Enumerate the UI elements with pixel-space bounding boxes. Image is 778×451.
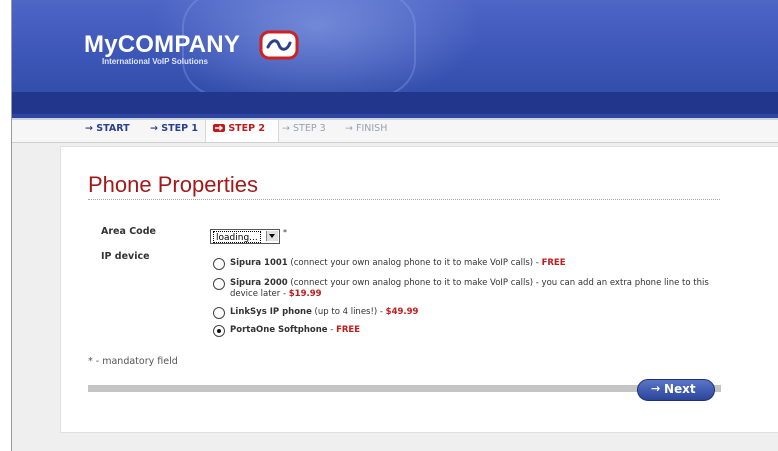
step-label: STEP 3 — [293, 123, 326, 134]
option-desc: (connect your own analog phone to it to … — [287, 258, 542, 268]
option-price: FREE — [541, 258, 566, 268]
step-label: STEP 1 — [161, 123, 198, 134]
logo-tagline: International VoIP Solutions — [102, 57, 208, 66]
option-text: Sipura 2000 (connect your own analog pho… — [230, 278, 730, 300]
radio-button-selected[interactable] — [213, 325, 225, 337]
header-stripe — [12, 92, 778, 114]
option-price: $19.99 — [288, 289, 322, 299]
arrow-right-icon: → — [85, 123, 93, 134]
step-1[interactable]: → STEP 1 — [150, 123, 198, 134]
option-text: PortaOne Softphone - FREE — [230, 325, 730, 336]
step-start[interactable]: → START — [85, 123, 130, 134]
option-name: Sipura 1001 — [230, 258, 288, 268]
option-desc: - — [327, 325, 337, 335]
mandatory-mark: * — [283, 228, 287, 237]
step-label: START — [96, 123, 130, 134]
radio-button[interactable] — [213, 258, 225, 270]
step-label: FINISH — [356, 123, 388, 134]
radio-button[interactable] — [213, 307, 225, 319]
next-button-label: Next — [664, 382, 696, 396]
radio-button[interactable] — [213, 278, 225, 290]
wave-logo-icon — [259, 30, 299, 60]
option-desc: (up to 4 lines!) - — [311, 307, 386, 317]
ip-device-label: IP device — [101, 251, 150, 262]
area-code-select[interactable]: loading... — [210, 229, 280, 244]
step-3: → STEP 3 — [282, 123, 326, 134]
arrow-right-icon: → — [282, 123, 290, 134]
arrow-right-red-icon — [213, 123, 225, 132]
option-name: LinkSys IP phone — [230, 307, 312, 317]
site-header: MyCOMPANY International VoIP Solutions — [12, 0, 778, 118]
area-code-label: Area Code — [101, 226, 156, 237]
next-button[interactable]: → Next — [637, 379, 715, 401]
option-text: Sipura 1001 (connect your own analog pho… — [230, 258, 730, 269]
option-price: FREE — [336, 325, 361, 335]
page-frame: MyCOMPANY International VoIP Solutions →… — [11, 0, 778, 451]
step-2[interactable]: STEP 2 — [213, 123, 265, 134]
footer-bar — [88, 385, 694, 392]
step-finish: → FINISH — [345, 123, 387, 134]
company-logo: MyCOMPANY International VoIP Solutions — [84, 31, 241, 67]
chevron-down-icon[interactable] — [266, 231, 278, 241]
logo-name: MyCOMPANY — [84, 31, 241, 58]
step-label: STEP 2 — [228, 123, 266, 134]
arrow-right-icon: → — [150, 123, 158, 134]
option-name: Sipura 2000 — [230, 278, 288, 288]
arrow-right-icon: → — [651, 382, 661, 395]
option-name: PortaOne Softphone — [230, 325, 328, 335]
page-title: Phone Properties — [88, 172, 258, 197]
title-divider — [88, 199, 720, 200]
wizard-steps: → START → STEP 1 STEP 2 → STEP 3 → FINIS… — [12, 118, 778, 143]
area-code-value: loading... — [213, 231, 261, 243]
form-card: Phone Properties Area Code loading... * … — [60, 146, 778, 433]
mandatory-footnote: * - mandatory field — [88, 356, 178, 367]
option-price: $49.99 — [385, 307, 419, 317]
option-text: LinkSys IP phone (up to 4 lines!) - $49.… — [230, 307, 730, 318]
arrow-right-icon: → — [345, 123, 353, 134]
